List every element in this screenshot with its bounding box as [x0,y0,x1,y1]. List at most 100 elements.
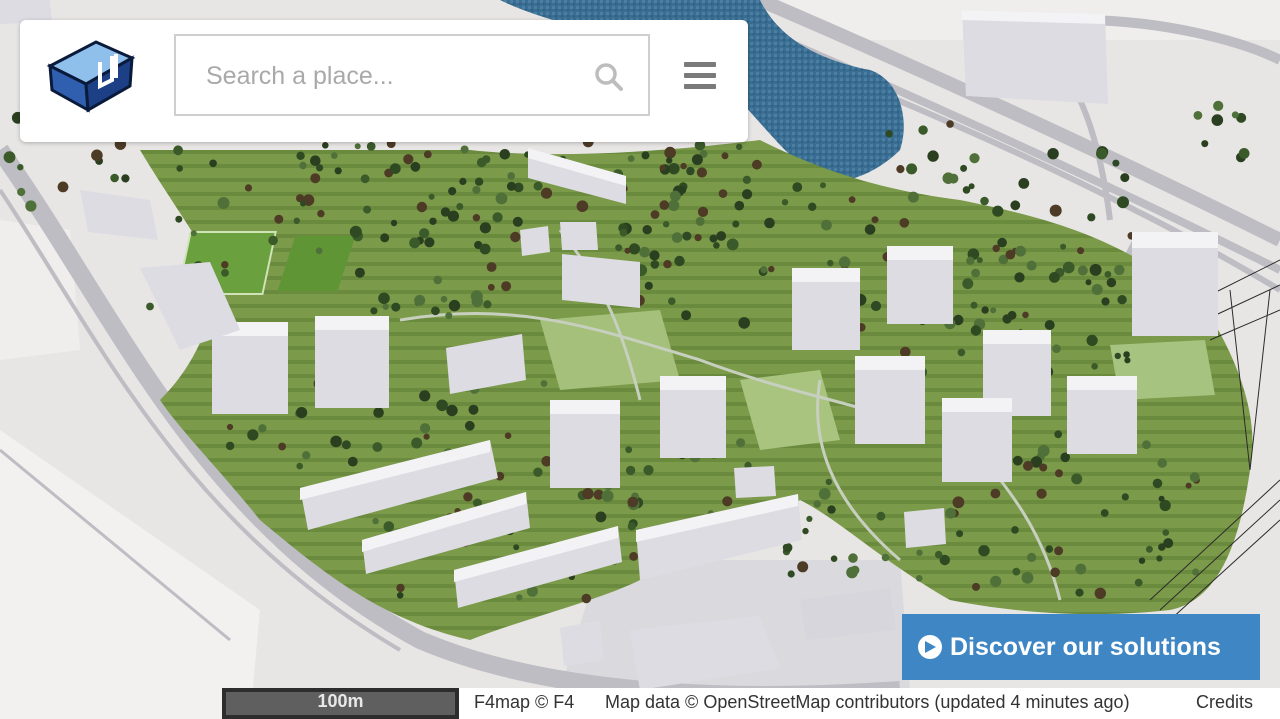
tree [1158,495,1165,502]
tree [479,222,491,234]
tree [830,555,838,562]
tree [57,181,69,193]
building [792,268,860,350]
building [660,376,726,458]
tree [838,256,851,268]
tree [663,260,672,269]
tree [969,153,980,164]
building [212,322,288,414]
tree [825,478,832,486]
tree [718,189,728,198]
building [315,316,389,408]
tree [1114,352,1122,360]
tree [533,181,543,191]
building [520,226,550,256]
tree [504,432,512,440]
tree [881,553,890,562]
tree [960,164,968,172]
tree [483,300,492,309]
tree [460,145,469,154]
tree [876,511,886,521]
tree [827,505,836,514]
tree [1062,261,1075,274]
osm-attribution-link[interactable]: Map data © OpenStreetMap contributors (u… [605,692,1130,713]
tree [173,145,184,156]
tree [957,348,966,357]
tree [934,550,943,559]
tree [981,306,989,314]
logo-icon [46,40,136,113]
tree [431,306,440,316]
tree [1238,148,1250,159]
tree [709,234,718,243]
tree [906,163,918,175]
f4-cube-logo[interactable] [40,28,140,118]
tree [1142,440,1151,450]
tree [436,399,448,412]
tree [410,161,421,172]
tree [1012,455,1023,466]
tree [781,199,789,206]
tree [797,561,809,573]
tree [682,231,692,241]
tree [952,496,965,509]
f4map-attribution-link[interactable]: F4map © F4 [474,692,574,713]
magnifier-icon[interactable] [594,62,624,92]
tree [354,143,361,150]
tree [416,201,428,213]
tree [726,238,739,251]
tree [370,307,378,315]
tree [17,187,26,197]
tree [1213,100,1224,111]
tree [433,275,443,285]
tree [221,269,229,277]
tree [624,247,631,254]
tree [846,566,858,579]
building [1132,232,1218,336]
tree [389,163,401,175]
tree [695,216,705,226]
tree [1087,213,1096,222]
tree [217,197,230,209]
tree [1037,444,1050,457]
tree [378,292,390,305]
tree [619,228,628,237]
tree [296,407,308,419]
building [560,620,604,666]
tree [513,544,520,551]
tree [146,302,154,311]
tree [1039,463,1048,472]
tree [990,307,997,314]
tree [1091,363,1098,370]
tree [258,424,267,433]
tree [768,265,775,273]
tree [1089,263,1102,276]
tree [278,442,286,451]
tree [820,182,826,189]
tree [1018,178,1030,189]
building [1067,376,1137,454]
credits-link[interactable]: Credits [1196,692,1253,713]
tree [1193,111,1203,120]
tree [1112,159,1120,167]
tree [372,517,379,525]
hamburger-icon[interactable] [684,62,716,90]
tree [516,594,523,601]
tree [341,440,351,450]
search-input[interactable] [204,56,568,96]
tree [468,404,479,415]
search-box[interactable] [174,34,650,116]
tree [446,404,458,417]
tree [247,429,259,441]
tree [907,191,919,203]
tree [736,143,743,150]
tree [1014,272,1025,283]
discover-solutions-button[interactable]: Discover our solutions [902,614,1260,680]
tree [694,234,702,242]
tree [310,173,321,184]
tree [540,187,553,199]
tree [990,575,1002,588]
tree [627,155,635,163]
tree [510,231,521,243]
tree [686,166,695,176]
